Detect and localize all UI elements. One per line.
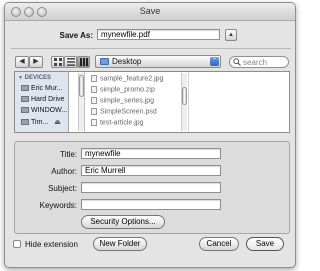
pdf-options-panel: Title: mynewfile Author: Eric Murrell Su… [14, 141, 290, 234]
forward-button[interactable]: ▶ [29, 56, 43, 68]
disclosure-triangle-icon: ▼ [18, 75, 23, 81]
column-view-icon [79, 58, 88, 66]
search-field[interactable]: search [229, 56, 289, 68]
search-placeholder: search [243, 58, 268, 67]
title-label: Title: [59, 150, 77, 159]
cancel-button[interactable]: Cancel [199, 237, 239, 251]
browser-column-empty [188, 72, 289, 132]
list-view-icon [66, 58, 75, 66]
hide-extension-checkbox[interactable] [13, 240, 21, 248]
back-arrow-icon: ◀ [19, 58, 25, 65]
column-view-button[interactable] [77, 56, 90, 68]
eject-icon[interactable]: ⏏ [54, 119, 61, 126]
sidebar-item-hard-drive[interactable]: Hard Drive [21, 96, 64, 103]
file-browser: ▼ DEVICES Eric Mur... Hard Drive WINDOW.… [14, 71, 290, 133]
file-list: sample_feature2.jpg simple_promo.zip sim… [88, 72, 180, 132]
sidebar-item-time-machine[interactable]: Tim... ⏏ [21, 118, 61, 126]
save-button[interactable]: Save [246, 237, 284, 251]
save-as-filename-input[interactable]: mynewfile.pdf [97, 29, 220, 40]
sidebar-item-user[interactable]: Eric Mur... [21, 85, 63, 92]
title-input[interactable]: mynewfile [81, 148, 221, 159]
new-folder-button[interactable]: New Folder [93, 237, 147, 251]
window-title: Save [139, 6, 161, 16]
list-item[interactable]: SimpleScreen.psd [91, 108, 157, 115]
file-icon [91, 97, 97, 104]
file-icon [91, 108, 97, 115]
forward-arrow-icon: ▶ [33, 58, 39, 65]
list-item[interactable]: test-article.jpg [91, 119, 144, 126]
author-label: Author: [51, 167, 77, 176]
save-dialog: Save Save As: mynewfile.pdf ▲ ◀ ▶ Deskto… [4, 2, 296, 268]
subject-label: Subject: [48, 184, 77, 193]
save-as-label: Save As: [59, 31, 94, 40]
file-list-scrollbar[interactable] [181, 73, 187, 131]
triangle-up-icon: ▲ [228, 32, 234, 38]
list-item[interactable]: simple_series.jpg [91, 97, 154, 104]
file-icon [91, 86, 97, 93]
title-bar: Save [5, 3, 295, 21]
list-item[interactable]: simple_promo.zip [91, 86, 155, 93]
desktop-folder-icon [100, 58, 109, 66]
sidebar-item-windows[interactable]: WINDOW... [21, 107, 67, 114]
browser-column-1 [71, 72, 85, 132]
expand-dialog-button[interactable]: ▲ [225, 29, 237, 41]
column-1-scrollbar[interactable] [78, 73, 84, 131]
subject-input[interactable] [81, 182, 221, 193]
back-button[interactable]: ◀ [15, 56, 29, 68]
security-options-button[interactable]: Security Options... [81, 215, 165, 229]
disk-icon [21, 107, 29, 114]
icon-view-icon [53, 58, 62, 66]
file-icon [91, 75, 97, 82]
sidebar-header: ▼ DEVICES [18, 75, 51, 81]
hard-drive-icon [21, 96, 29, 103]
list-view-button[interactable] [64, 56, 77, 68]
hide-extension-label: Hide extension [25, 240, 78, 249]
keywords-label: Keywords: [39, 201, 77, 210]
column-1-scroll-thumb[interactable] [79, 75, 84, 97]
icon-view-button[interactable] [51, 56, 64, 68]
external-drive-icon [21, 119, 29, 126]
popup-chevron-icon: ⌃ [210, 57, 219, 66]
sidebar: ▼ DEVICES Eric Mur... Hard Drive WINDOW.… [15, 72, 69, 132]
location-popup[interactable]: Desktop ⌃ [95, 55, 221, 68]
file-icon [91, 119, 97, 126]
file-list-scroll-thumb[interactable] [182, 87, 187, 105]
computer-icon [21, 85, 29, 92]
divider-top [11, 48, 291, 49]
keywords-input[interactable] [81, 199, 221, 210]
magnifier-icon [233, 58, 241, 66]
location-label: Desktop [112, 57, 142, 66]
list-item[interactable]: sample_feature2.jpg [91, 75, 163, 82]
author-input[interactable]: Eric Murrell [81, 165, 221, 176]
